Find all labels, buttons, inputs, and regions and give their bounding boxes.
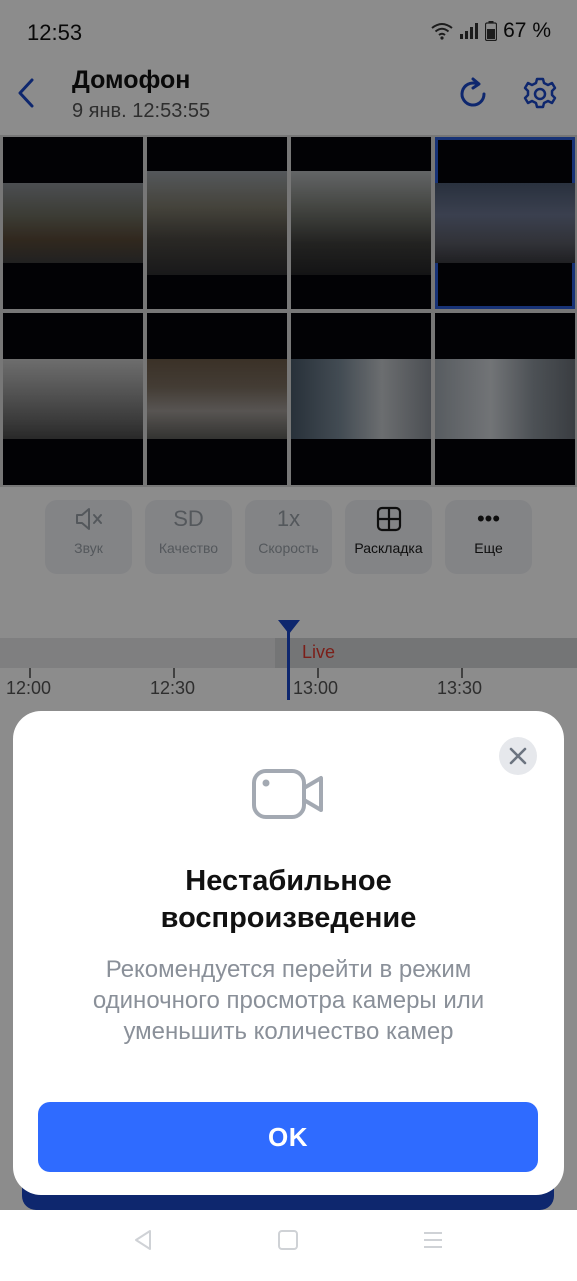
dialog-message-line: уменьшить количество камер <box>123 1018 454 1045</box>
nav-menu-icon[interactable] <box>423 1231 443 1249</box>
close-icon <box>509 747 527 765</box>
nav-home-icon[interactable] <box>278 1230 298 1250</box>
video-camera-icon <box>252 769 323 819</box>
dialog-title-line: воспроизведение <box>160 902 417 934</box>
nav-back-icon[interactable] <box>132 1228 154 1252</box>
unstable-playback-dialog: Нестабильное воспроизведение Рекомендует… <box>13 711 564 1195</box>
ok-button[interactable]: OK <box>38 1102 538 1172</box>
dialog-title: Нестабильное воспроизведение <box>13 863 564 937</box>
dialog-message: Рекомендуется перейти в режим одиночного… <box>43 954 534 1047</box>
dialog-title-line: Нестабильное <box>185 865 392 897</box>
close-button[interactable] <box>499 737 537 775</box>
dialog-message-line: одиночного просмотра камеры или <box>92 987 485 1014</box>
dialog-message-line: Рекомендуется перейти в режим <box>105 956 472 983</box>
